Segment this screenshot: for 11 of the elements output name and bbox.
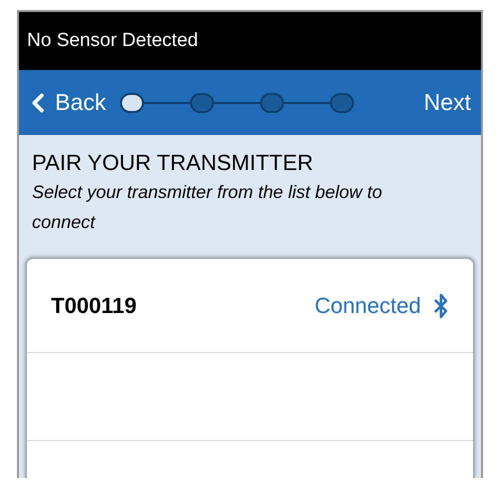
step-connector [214, 102, 260, 104]
page-title: PAIR YOUR TRANSMITTER [32, 149, 314, 177]
back-button[interactable]: Back [27, 85, 106, 120]
step-connector [284, 102, 330, 104]
next-button[interactable]: Next [424, 85, 473, 120]
status-message: No Sensor Detected [27, 28, 198, 53]
step-connector [144, 102, 190, 104]
transmitter-id: T000119 [51, 292, 137, 320]
connection-status: Connected [314, 292, 421, 320]
transmitter-row[interactable]: T000119 Connected [27, 259, 473, 353]
page-subtitle: Select your transmitter from the list below to connect [32, 181, 384, 234]
